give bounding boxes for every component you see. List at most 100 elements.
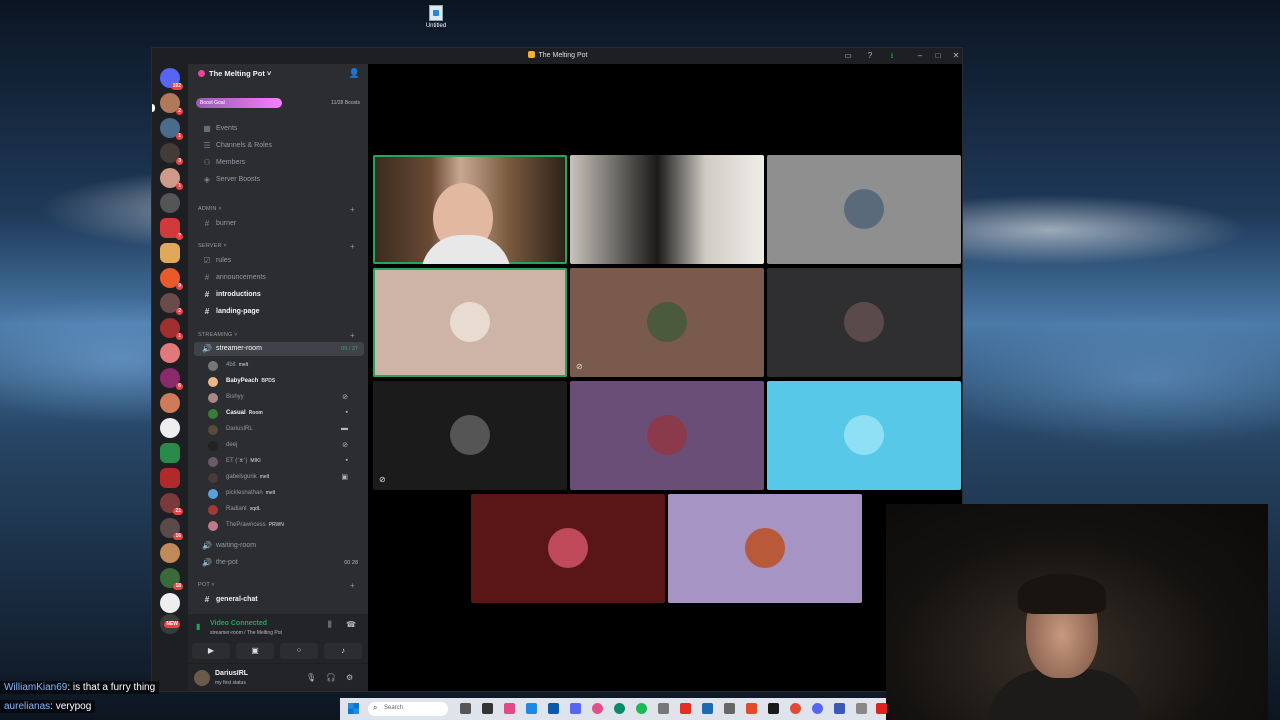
voice-user[interactable]: Casual Room ▪ [204,407,354,421]
server-header[interactable]: The Melting Pot ˅ 👤 [188,64,368,86]
screen-share-button[interactable]: ▣ [236,643,274,659]
spotify-icon[interactable] [636,703,647,714]
app-icon[interactable] [724,703,735,714]
add-channel-icon[interactable]: + [350,242,355,251]
maximize-button[interactable]: □ [932,50,944,62]
app-icon[interactable] [876,703,887,714]
server-icon[interactable]: 1 [160,168,183,190]
desktop-file-icon[interactable]: Untitled [424,5,448,29]
app-icon[interactable] [460,703,471,714]
app-icon[interactable] [790,703,801,714]
channel-landing-page[interactable]: # landing-page [194,305,364,319]
download-icon[interactable]: ⭳ [886,50,898,62]
video-tile[interactable] [570,381,764,490]
app-icon[interactable] [658,703,669,714]
invite-icon[interactable]: 👤 [349,68,360,79]
taskbar-search[interactable]: Search [368,702,448,716]
app-icon[interactable] [548,703,559,714]
voice-channel-the-pot[interactable]: 🔊 the-pot 00 28 [194,556,364,570]
video-tile[interactable] [767,268,961,377]
server-icon[interactable] [160,343,180,363]
server-icon[interactable] [160,543,180,563]
channel-rules[interactable]: ☑ rules [194,254,364,268]
server-icon[interactable]: 21 [160,493,183,515]
inbox-icon[interactable]: ▭ [842,50,854,62]
voice-channel-streamer-room[interactable]: 🔊 streamer-room 09 / 37 [194,342,364,356]
close-button[interactable]: ✕ [950,50,962,62]
settings-gear-icon[interactable]: ⚙ [346,673,353,682]
app-icon[interactable] [504,703,515,714]
app-icon[interactable] [592,703,603,714]
menu-members[interactable]: ⚇ Members [194,156,364,170]
server-icon[interactable]: 1 [160,318,183,340]
video-tile-camera[interactable] [570,155,764,264]
microphone-icon[interactable]: 🎙 [306,673,316,682]
add-channel-icon[interactable]: + [350,205,355,214]
voice-channel-waiting-room[interactable]: 🔊 waiting-room [194,539,364,553]
video-tile[interactable] [471,494,665,603]
soundboard-button[interactable]: ♪ [324,643,362,659]
channel-general-chat[interactable]: # general-chat [194,593,364,607]
minimize-button[interactable]: – [914,50,926,62]
add-channel-icon[interactable]: + [350,331,355,340]
category-server[interactable]: server ˅ + [194,242,355,251]
voice-user[interactable]: DariusIRL ▬ [204,423,354,437]
category-pot[interactable]: pot ˅ + [194,581,355,590]
app-icon[interactable] [746,703,757,714]
voice-user[interactable]: ET (ᵔᴥᵔ) MIKI ▪ [204,455,354,469]
voice-user[interactable]: Bishyy ⊘ [204,391,354,405]
server-icon[interactable]: 9 [160,268,183,290]
windows-start-icon[interactable] [348,703,359,714]
server-icon[interactable] [160,443,180,463]
help-icon[interactable]: ? [864,50,876,62]
voice-user[interactable]: gabelsgunk melt ▣ [204,471,354,485]
server-icon[interactable]: 3 [160,143,183,165]
server-icon[interactable] [160,243,180,263]
settings-gear-icon[interactable] [856,703,867,714]
server-icon[interactable] [160,468,180,488]
camera-button[interactable]: ▶ [192,643,230,659]
avatar[interactable] [194,670,210,686]
video-tile[interactable] [668,494,862,603]
activities-button[interactable]: ⁘ [280,643,318,659]
server-icon[interactable] [160,418,180,438]
home-server-icon[interactable]: 192 [160,68,183,90]
app-icon[interactable] [702,703,713,714]
discord-icon[interactable] [570,703,581,714]
menu-channels-roles[interactable]: ☰ Channels & Roles [194,139,364,153]
app-icon[interactable] [812,703,823,714]
add-channel-icon[interactable]: + [350,581,355,590]
server-icon[interactable] [160,393,180,413]
server-icon[interactable] [160,193,180,213]
menu-events[interactable]: ▦ Events [194,122,364,136]
voice-user[interactable]: ThePrawncess PRWN [204,519,354,533]
channel-burner[interactable]: # burner [194,217,364,231]
voice-location[interactable]: streamer-room / The Melting Pot [210,630,282,636]
server-icon[interactable]: NEW [160,614,180,634]
video-tile-camera[interactable] [373,155,567,264]
youtube-icon[interactable] [680,703,691,714]
video-tile[interactable]: ⊘ [570,268,764,377]
channel-announcements[interactable]: # announcements [194,271,364,285]
video-tile[interactable] [767,155,961,264]
app-icon[interactable] [482,703,493,714]
video-tile[interactable]: ⊘ [373,381,567,490]
voice-user[interactable]: BabyPeach BPDS [204,375,354,389]
server-icon[interactable]: 1 [160,118,183,140]
voice-user[interactable]: deej ⊘ [204,439,354,453]
category-admin[interactable]: ADMIN ˅ + [194,205,355,214]
app-icon[interactable] [768,703,779,714]
headphones-icon[interactable]: 🎧 [326,673,336,682]
edge-icon[interactable] [614,703,625,714]
menu-server-boosts[interactable]: ◈ Server Boosts [194,173,364,187]
voice-user[interactable]: 4bit melt [204,359,354,373]
app-icon[interactable] [526,703,537,714]
server-icon[interactable]: 2 [160,93,183,115]
server-icon[interactable]: 7 [160,218,183,240]
server-icon[interactable]: 18 [160,568,183,590]
video-tile[interactable] [373,268,567,377]
boost-goal[interactable]: Boost Goal 11/28 Boosts [196,98,360,108]
server-icon[interactable]: 16 [160,518,183,540]
server-icon[interactable]: 6 [160,368,183,390]
noise-suppression-icon[interactable]: ⫼ [328,620,332,630]
